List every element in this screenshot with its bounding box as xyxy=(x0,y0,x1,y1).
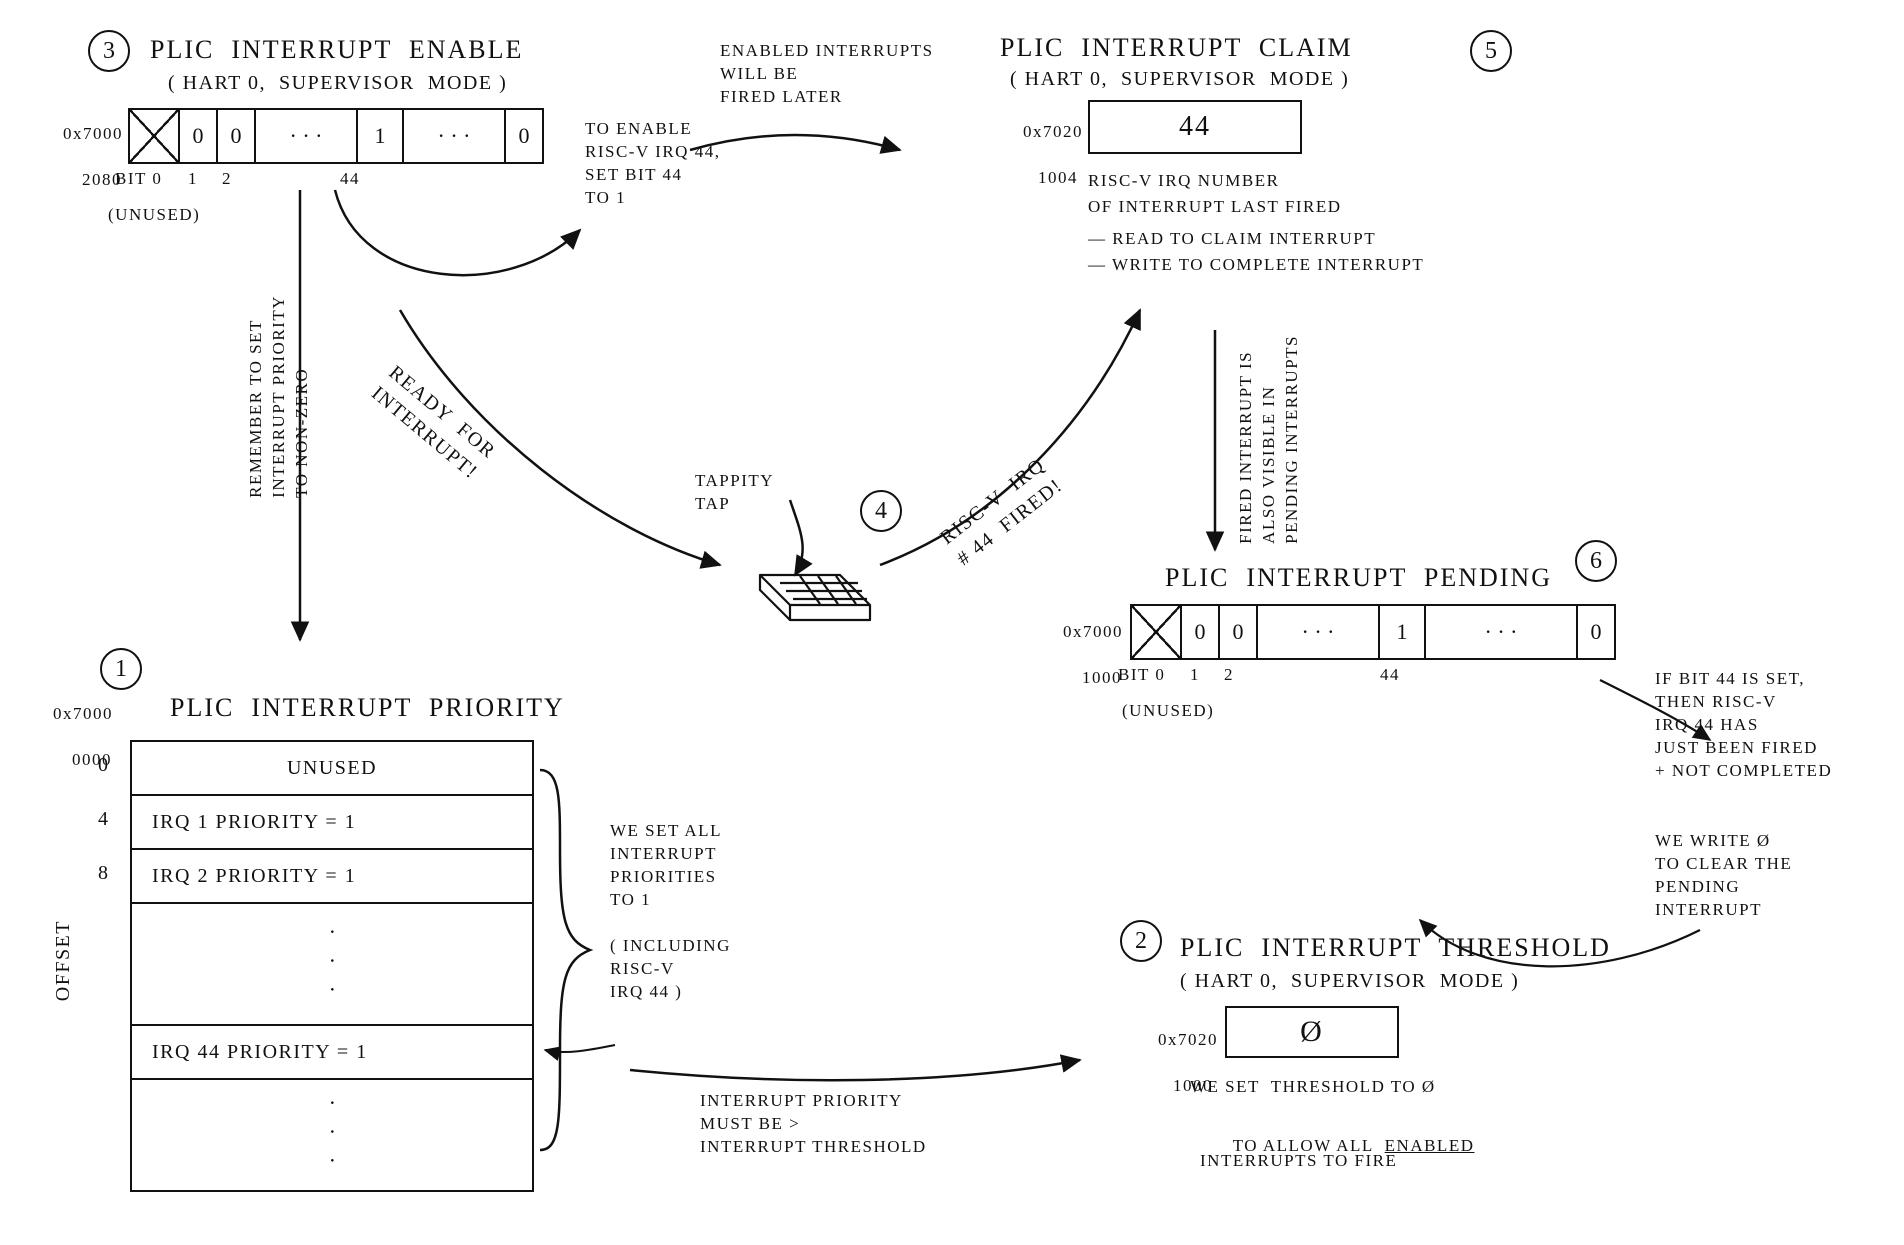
priority-row-dots2: · · · xyxy=(132,1080,532,1190)
priority-row-unused: UNUSED xyxy=(132,742,532,796)
step-4-badge: 4 xyxy=(860,490,902,532)
claim-desc2: OF INTERRUPT LAST FIRED xyxy=(1088,196,1341,219)
step-6-badge: 6 xyxy=(1575,540,1617,582)
step-5-badge: 5 xyxy=(1470,30,1512,72)
pending-dots1: · · · xyxy=(1258,606,1380,658)
claim-desc4: — WRITE TO COMPLETE INTERRUPT xyxy=(1088,254,1424,277)
claim-addr1: 0x7020 xyxy=(1023,122,1083,141)
threshold-subtitle: ( HART 0, SUPERVISOR MODE ) xyxy=(1180,968,1519,995)
pending-label-bit44: 44 xyxy=(1380,664,1400,687)
enable-label-bit2: 2 xyxy=(222,168,232,191)
threshold-enabled-word: ENABLED xyxy=(1385,1136,1475,1155)
threshold-note-3: INTERRUPTS TO FIRE xyxy=(1200,1150,1397,1173)
enable-label-bit0: BIT 0 xyxy=(115,168,162,191)
pending-label-bit0: BIT 0 xyxy=(1118,664,1165,687)
enable-bit1: 0 xyxy=(180,110,218,162)
claim-desc3: — READ TO CLAIM INTERRUPT xyxy=(1088,228,1376,251)
enable-fired-later-note: ENABLED INTERRUPTS WILL BE FIRED LATER xyxy=(720,40,934,109)
claim-desc1: RISC-V IRQ NUMBER xyxy=(1088,170,1279,193)
priority-offset-4: 4 xyxy=(98,806,110,833)
threshold-addr1: 0x7020 xyxy=(1158,1030,1218,1049)
enable-addr1: 0x7000 xyxy=(63,124,123,143)
claim-subtitle: ( HART 0, SUPERVISOR MODE ) xyxy=(1010,66,1349,93)
enable-unused: (UNUSED) xyxy=(108,204,200,227)
step-3-badge: 3 xyxy=(88,30,130,72)
pending-note-clear: WE WRITE Ø TO CLEAR THE PENDING INTERRUP… xyxy=(1655,830,1875,922)
enable-bit0-x xyxy=(130,110,180,162)
pending-unused: (UNUSED) xyxy=(1122,700,1214,723)
irq-fired-label: RISC-V IRQ # 44 FIRED! xyxy=(935,452,1069,573)
priority-addr1: 0x7000 xyxy=(53,704,113,723)
threshold-note-1: WE SET THRESHOLD TO Ø xyxy=(1190,1076,1436,1099)
keyboard-icon xyxy=(760,575,870,625)
priority-table: UNUSED IRQ 1 PRIORITY = 1 IRQ 2 PRIORITY… xyxy=(130,740,534,1192)
ready-for-interrupt-label: READY FOR INTERRUPT! xyxy=(365,360,501,486)
enable-to-enable-note: TO ENABLE RISC-V IRQ 44, SET BIT 44 TO 1 xyxy=(585,118,720,210)
pending-bitlast: 0 xyxy=(1578,606,1614,658)
enable-subtitle: ( HART 0, SUPERVISOR MODE ) xyxy=(168,70,507,97)
enable-dots2: · · · xyxy=(404,110,506,162)
pending-note-fired: IF BIT 44 IS SET, THEN RISC-V IRQ 44 HAS… xyxy=(1655,668,1885,783)
enable-title: PLIC INTERRUPT ENABLE xyxy=(150,32,523,67)
pending-bit1: 0 xyxy=(1182,606,1220,658)
claim-value-box: 44 xyxy=(1088,100,1302,154)
priority-row-dots1: · · · xyxy=(132,904,532,1026)
claim-addr2: 1004 xyxy=(1038,168,1078,187)
enable-bitlast: 0 xyxy=(506,110,542,162)
pending-addr2: 1000 xyxy=(1082,668,1122,687)
enable-label-bit1: 1 xyxy=(188,168,198,191)
tappity-label: TAPPITY TAP xyxy=(695,470,774,516)
priority-offset-0: 0 xyxy=(98,752,110,779)
enable-dots1: · · · xyxy=(256,110,358,162)
pending-title: PLIC INTERRUPT PENDING xyxy=(1165,560,1552,595)
step-2-badge: 2 xyxy=(1120,920,1162,962)
priority-offset-label: OFFSET xyxy=(50,920,77,1001)
enable-bit2: 0 xyxy=(218,110,256,162)
priority-offset-8: 8 xyxy=(98,860,110,887)
pending-bit2: 0 xyxy=(1220,606,1258,658)
priority-row-44: IRQ 44 PRIORITY = 1 xyxy=(132,1026,532,1080)
threshold-value-box: Ø xyxy=(1225,1006,1399,1058)
pending-dots2: · · · xyxy=(1426,606,1578,658)
pending-addr1: 0x7000 xyxy=(1063,622,1123,641)
claim-title: PLIC INTERRUPT CLAIM xyxy=(1000,30,1353,65)
enable-priority-reminder: REMEMBER TO SET INTERRUPT PRIORITY TO NO… xyxy=(245,295,314,498)
enable-label-bit44: 44 xyxy=(340,168,360,191)
enable-bit44: 1 xyxy=(358,110,404,162)
priority-title: PLIC INTERRUPT PRIORITY xyxy=(170,690,565,725)
threshold-title: PLIC INTERRUPT THRESHOLD xyxy=(1180,930,1611,965)
pending-bit0-x xyxy=(1132,606,1182,658)
pending-label-bit1: 1 xyxy=(1190,664,1200,687)
pending-bitarray: 0 0 · · · 1 · · · 0 xyxy=(1130,604,1616,660)
priority-threshold-note: INTERRUPT PRIORITY MUST BE > INTERRUPT T… xyxy=(700,1090,927,1159)
claim-side-note: FIRED INTERRUPT IS ALSO VISIBLE IN PENDI… xyxy=(1235,335,1304,544)
priority-row-1: IRQ 1 PRIORITY = 1 xyxy=(132,796,532,850)
priority-row-2: IRQ 2 PRIORITY = 1 xyxy=(132,850,532,904)
priority-brace-note: WE SET ALL INTERRUPT PRIORITIES TO 1 ( I… xyxy=(610,820,731,1004)
pending-label-bit2: 2 xyxy=(1224,664,1234,687)
pending-bit44: 1 xyxy=(1380,606,1426,658)
enable-bitarray: 0 0 · · · 1 · · · 0 xyxy=(128,108,544,164)
